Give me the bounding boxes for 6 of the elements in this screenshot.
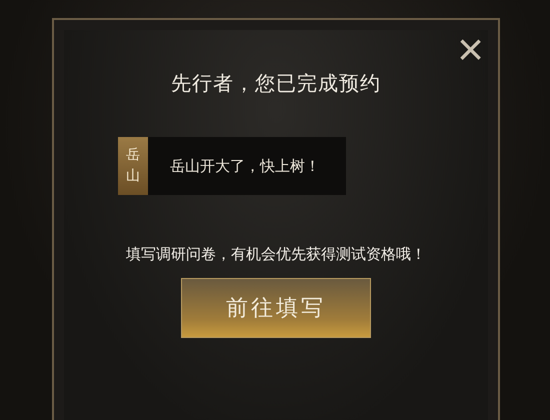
close-button[interactable]: × bbox=[453, 26, 488, 72]
dialog-title: 先行者，您已完成预约 bbox=[171, 70, 381, 97]
survey-button[interactable]: 前往填写 bbox=[181, 278, 371, 338]
survey-prompt: 填写调研问卷，有机会优先获得测试资格哦！ bbox=[126, 245, 426, 264]
quote-text: 岳山开大了，快上树！ bbox=[148, 137, 346, 195]
speaker-tag: 岳山 bbox=[118, 137, 148, 195]
